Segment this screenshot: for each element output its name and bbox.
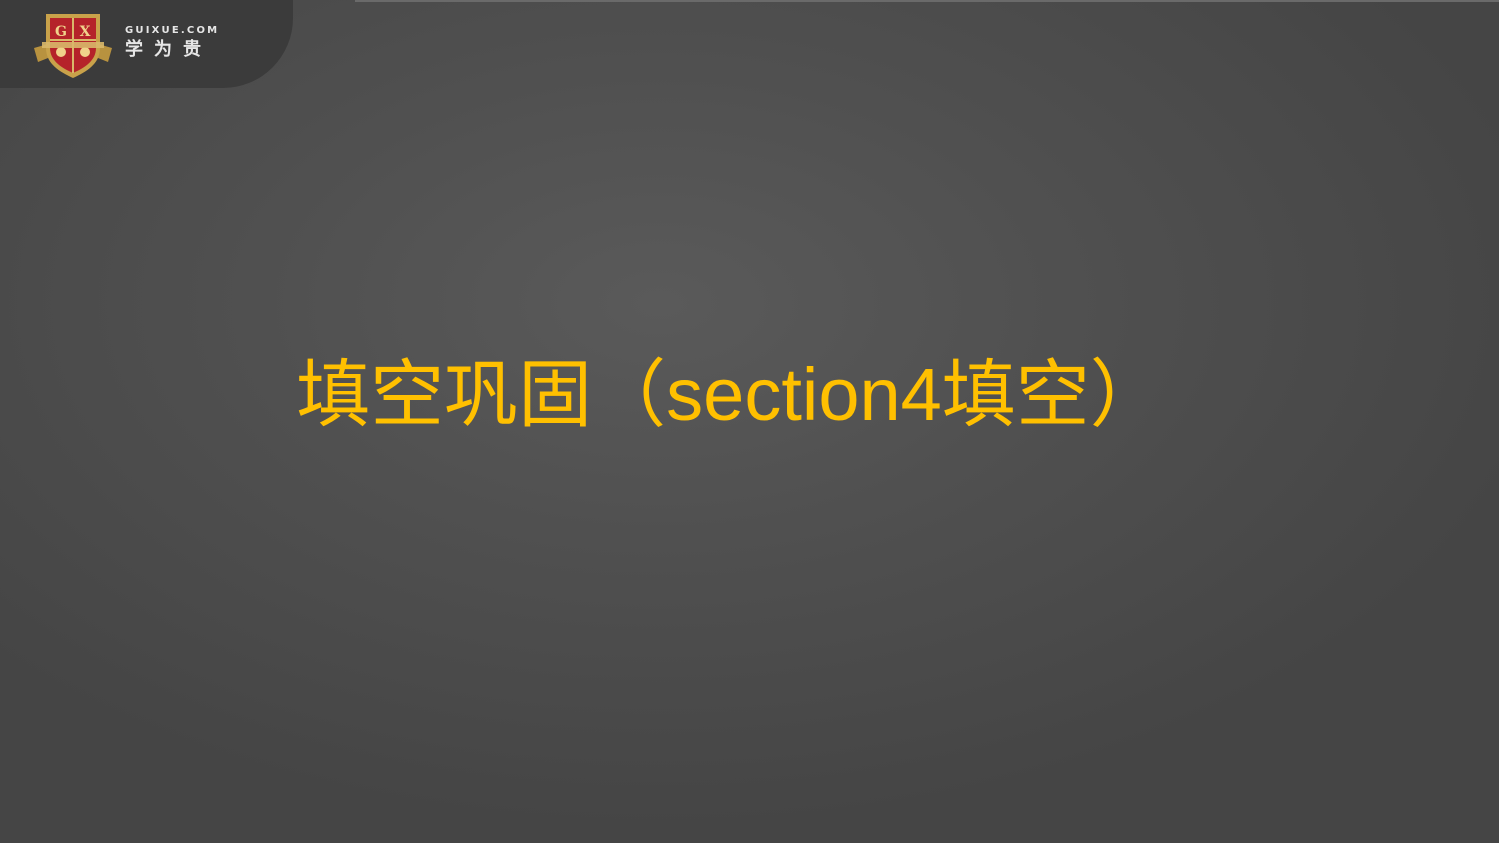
- brand-text: GUIXUE.COM 学为贵: [125, 25, 219, 62]
- crest-logo-icon: G X: [34, 14, 112, 78]
- brand-name: 学为贵: [125, 39, 212, 60]
- slide-title: 填空巩固（section4填空）: [296, 353, 1164, 436]
- svg-text:G: G: [55, 24, 67, 40]
- top-divider: [355, 0, 1499, 2]
- brand-domain: GUIXUE.COM: [125, 25, 220, 36]
- logo-panel: G X GUIXUE.COM 学为贵: [0, 0, 293, 88]
- svg-text:X: X: [80, 24, 91, 40]
